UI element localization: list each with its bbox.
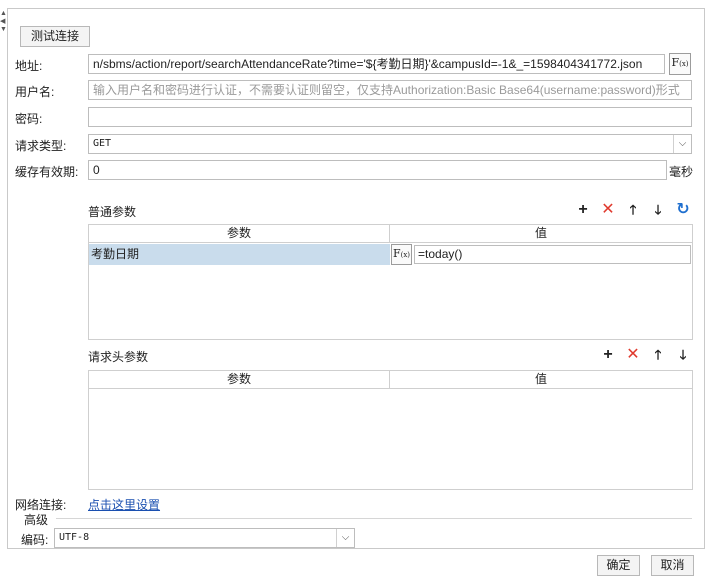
cancel-button[interactable]: 取消 — [651, 555, 694, 576]
encoding-select[interactable]: UTF-8 — [54, 528, 355, 548]
table-row[interactable]: 考勤日期 F(x) =today() — [89, 244, 692, 265]
request-type-chevron-icon[interactable]: ⌵ — [673, 135, 691, 153]
url-formula-button[interactable]: F(x) — [669, 53, 691, 75]
params-move-up-icon[interactable]: 🡑 — [624, 201, 642, 219]
left-collapse-arrows[interactable]: ▲ ◀ ▼ — [0, 10, 7, 34]
encoding-chevron-icon[interactable]: ⌵ — [336, 529, 354, 547]
headers-move-up-icon[interactable]: 🡑 — [649, 346, 667, 364]
params-add-icon[interactable]: + — [574, 201, 592, 219]
request-type-select[interactable]: GET — [88, 134, 692, 154]
cache-label: 缓存有效期: — [15, 165, 79, 179]
password-input[interactable] — [88, 107, 692, 127]
url-label: 地址: — [15, 59, 43, 73]
cache-input[interactable]: 0 — [88, 160, 667, 180]
request-type-label: 请求类型: — [15, 139, 67, 153]
url-input[interactable]: n/sbms/action/report/searchAttendanceRat… — [88, 54, 665, 74]
username-input[interactable]: 输入用户名和密码进行认证，不需要认证则留空，仅支持Authorization:B… — [88, 80, 692, 100]
username-label: 用户名: — [15, 85, 55, 99]
ok-button[interactable]: 确定 — [597, 555, 640, 576]
headers-header-value: 值 — [390, 371, 692, 389]
param-name-cell[interactable]: 考勤日期 — [89, 244, 390, 265]
headers-table: 参数 值 — [88, 370, 693, 490]
password-label: 密码: — [15, 112, 43, 126]
headers-move-down-icon[interactable]: 🡓 — [674, 346, 692, 364]
params-refresh-icon[interactable]: ↻ — [674, 201, 692, 219]
param-value-cell[interactable]: =today() — [414, 245, 691, 264]
encoding-label: 编码: — [21, 533, 49, 547]
params-table: 参数 值 考勤日期 F(x) =today() — [88, 224, 693, 340]
params-move-down-icon[interactable]: 🡓 — [649, 201, 667, 219]
test-connection-button[interactable]: 测试连接 — [20, 26, 90, 47]
params-section-title: 普通参数 — [88, 205, 137, 219]
params-header-value: 值 — [390, 225, 692, 243]
headers-add-icon[interactable]: + — [599, 346, 617, 364]
encoding-value: UTF-8 — [59, 532, 90, 543]
headers-delete-icon[interactable]: ✕ — [624, 346, 642, 364]
param-value-formula-button[interactable]: F(x) — [391, 244, 412, 265]
network-settings-link[interactable]: 点击这里设置 — [88, 496, 160, 513]
request-type-value: GET — [93, 138, 112, 149]
headers-header-param: 参数 — [89, 371, 390, 389]
headers-section-title: 请求头参数 — [88, 350, 149, 364]
params-delete-icon[interactable]: ✕ — [599, 201, 617, 219]
cache-unit-label: 毫秒 — [669, 165, 694, 179]
params-header-param: 参数 — [89, 225, 390, 243]
advanced-divider — [56, 518, 692, 519]
advanced-title: 高级 — [24, 513, 49, 527]
